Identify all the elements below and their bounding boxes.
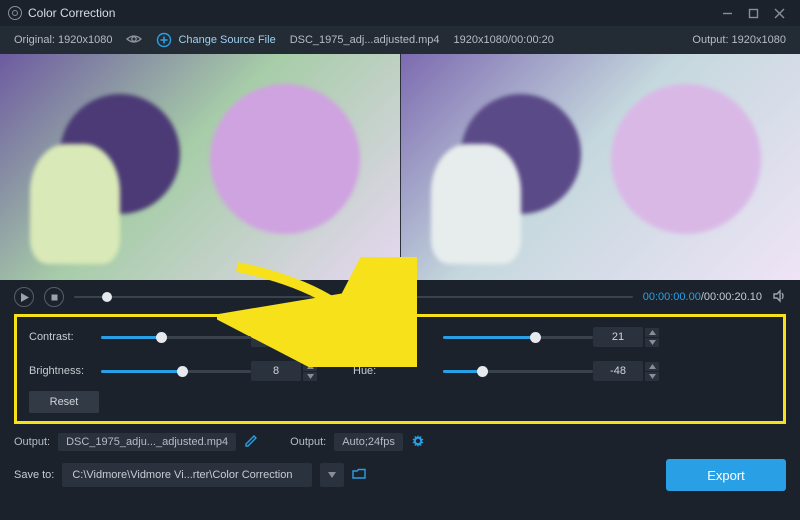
- original-resolution-label: Original: 1920x1080: [14, 34, 112, 46]
- save-row: Save to: C:\Vidmore\Vidmore Vi...rter\Co…: [0, 454, 800, 496]
- volume-icon[interactable]: [772, 289, 786, 306]
- info-bar: Original: 1920x1080 Change Source File D…: [0, 26, 800, 54]
- format-settings-icon[interactable]: [411, 434, 425, 451]
- hue-label: Hue:: [353, 365, 443, 377]
- close-button[interactable]: [766, 3, 792, 23]
- reset-button[interactable]: Reset: [29, 391, 99, 413]
- brightness-stepper[interactable]: [303, 362, 353, 381]
- brightness-value[interactable]: 8: [251, 361, 301, 381]
- saturation-value[interactable]: 21: [593, 327, 643, 347]
- export-button[interactable]: Export: [666, 459, 786, 491]
- saturation-slider[interactable]: [443, 336, 593, 339]
- change-source-button[interactable]: Change Source File: [156, 32, 275, 48]
- stop-button[interactable]: [44, 287, 64, 307]
- contrast-label: Contrast:: [29, 331, 101, 343]
- preview-original: [0, 54, 400, 280]
- play-button[interactable]: [14, 287, 34, 307]
- preview-toggle-icon[interactable]: [126, 33, 142, 48]
- brightness-label: Brightness:: [29, 365, 101, 377]
- maximize-button[interactable]: [740, 3, 766, 23]
- source-meta: 1920x1080/00:00:20: [454, 34, 554, 46]
- timeline-slider[interactable]: [74, 296, 633, 298]
- brightness-slider[interactable]: [101, 370, 251, 373]
- save-path-dropdown[interactable]: [320, 463, 344, 487]
- hue-slider[interactable]: [443, 370, 593, 373]
- output-resolution-label: Output: 1920x1080: [692, 34, 786, 46]
- window-title: Color Correction: [28, 6, 115, 20]
- minimize-button[interactable]: [714, 3, 740, 23]
- current-time: 00:00:00.00: [643, 291, 701, 303]
- contrast-value[interactable]: -19: [251, 327, 301, 347]
- output-format-value: Auto;24fps: [334, 433, 403, 451]
- save-to-label: Save to:: [14, 469, 54, 481]
- saturation-label: Saturation:: [353, 331, 443, 343]
- output-file-row: Output: DSC_1975_adju..._adjusted.mp4 Ou…: [0, 430, 800, 454]
- output-format-label: Output:: [290, 436, 326, 448]
- hue-stepper[interactable]: [645, 362, 683, 381]
- time-readout: 00:00:00.00/00:00:20.10: [643, 291, 762, 303]
- change-source-label: Change Source File: [178, 34, 275, 46]
- titlebar: Color Correction: [0, 0, 800, 26]
- browse-folder-icon[interactable]: [352, 467, 366, 484]
- source-filename: DSC_1975_adj...adjusted.mp4: [290, 34, 440, 46]
- preview-adjusted: [400, 54, 800, 280]
- plus-circle-icon: [156, 32, 172, 48]
- hue-value[interactable]: -48: [593, 361, 643, 381]
- save-path-input[interactable]: C:\Vidmore\Vidmore Vi...rter\Color Corre…: [62, 463, 312, 487]
- contrast-stepper[interactable]: [303, 328, 353, 347]
- output-file-value: DSC_1975_adju..._adjusted.mp4: [58, 433, 236, 451]
- app-icon: [8, 6, 22, 20]
- output-file-label: Output:: [14, 436, 50, 448]
- saturation-stepper[interactable]: [645, 328, 683, 347]
- preview-row: [0, 54, 800, 280]
- total-time: /00:00:20.10: [701, 291, 762, 303]
- color-adjust-panel: Contrast: -19 Saturation: 21 Brightness:…: [14, 314, 786, 424]
- transport-bar: 00:00:00.00/00:00:20.10: [0, 280, 800, 314]
- edit-filename-icon[interactable]: [244, 434, 258, 451]
- contrast-slider[interactable]: [101, 336, 251, 339]
